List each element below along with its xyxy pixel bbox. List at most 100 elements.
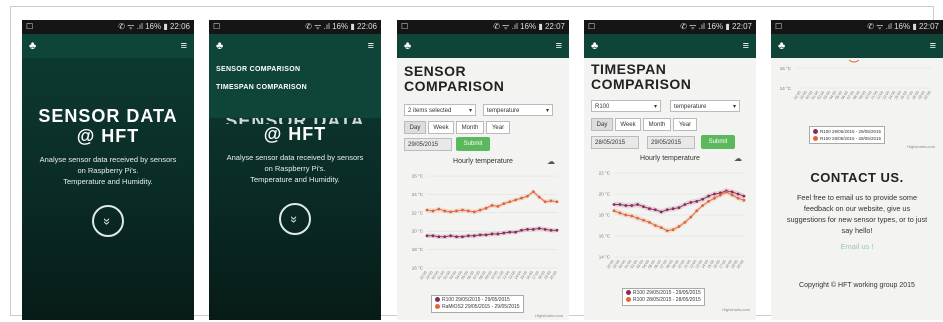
- status-left-icon: ☐: [401, 22, 409, 31]
- menu-icon[interactable]: ≡: [930, 40, 936, 52]
- data-point: [520, 228, 523, 232]
- legend-item[interactable]: R100 29/05/2015 - 29/05/2015: [435, 297, 520, 304]
- data-point: [425, 208, 429, 212]
- hero-description: Analyse sensor data received by sensors …: [226, 153, 364, 184]
- submit-button[interactable]: Submit: [701, 135, 735, 149]
- data-point: [543, 227, 547, 231]
- data-point: [659, 210, 663, 214]
- email-link[interactable]: Email us !: [771, 242, 943, 251]
- chart-credits: Highcharts.com: [722, 307, 750, 312]
- data-point: [642, 205, 645, 208]
- phone-timespan-comparison: ☐ ✆ ᯤ .ıl 16% ▮ 22:07 ♣ ≡ TIMESPAN COMPA…: [584, 20, 756, 320]
- section-title: TIMESPAN COMPARISON: [591, 61, 692, 92]
- data-point: [478, 208, 482, 212]
- submit-button[interactable]: Submit: [456, 137, 490, 151]
- y-tick-label: 20 °C: [599, 192, 611, 197]
- status-icons: ✆ ᯤ .ıl 16% ▮ 22:06: [118, 22, 190, 31]
- data-point: [537, 227, 541, 230]
- scroll-down-button[interactable]: »: [279, 203, 311, 235]
- data-point: [618, 211, 622, 215]
- menu-item-sensor-comparison[interactable]: SENSOR COMPARISON: [209, 66, 381, 73]
- data-point: [653, 208, 657, 212]
- data-point: [508, 230, 512, 234]
- legend-item[interactable]: R100 28/05/2015 - 28/05/2015: [626, 297, 701, 304]
- y-tick-label: 16 °C: [599, 234, 611, 239]
- data-point: [677, 225, 681, 228]
- y-axis-label: 16 °C: [780, 66, 792, 71]
- legend-item[interactable]: R100 29/05/2015 - 29/05/2015: [626, 290, 701, 297]
- data-point: [707, 194, 710, 198]
- phone-contact: ☐ ✆ ᯤ .ıl 16% ▮ 22:07 ♣ ≡ 16 °C 14 °C 22…: [771, 20, 943, 320]
- data-point: [466, 234, 470, 238]
- menu-icon[interactable]: ≡: [181, 40, 187, 52]
- type-select[interactable]: temperature: [483, 104, 553, 117]
- logo-icon[interactable]: ♣: [778, 40, 785, 52]
- navbar: ♣ ≡: [209, 34, 381, 58]
- data-point: [514, 230, 518, 234]
- data-point: [730, 193, 734, 197]
- tab-day[interactable]: Day: [404, 121, 426, 134]
- data-point: [736, 192, 740, 196]
- data-point: [514, 198, 518, 202]
- legend-item[interactable]: R100 29/05/2015 - 29/05/2015: [813, 128, 881, 135]
- data-point: [555, 200, 559, 204]
- contact-title: CONTACT US.: [810, 170, 904, 185]
- tab-week[interactable]: Week: [428, 121, 454, 134]
- menu-icon[interactable]: ≡: [743, 40, 749, 52]
- date-field-end[interactable]: 29/05/2015: [647, 136, 695, 149]
- menu-icon[interactable]: ≡: [368, 40, 374, 52]
- tab-year[interactable]: Year: [673, 118, 697, 131]
- logo-icon[interactable]: ♣: [404, 40, 411, 52]
- chart-legend: R100 29/05/2015 - 29/05/2015 R100 28/05/…: [622, 288, 705, 306]
- data-point: [713, 192, 716, 196]
- sensor-select[interactable]: 2 items selected: [404, 104, 476, 117]
- data-point: [701, 204, 705, 207]
- data-point: [526, 227, 529, 231]
- tab-month[interactable]: Month: [456, 121, 484, 134]
- chevron-down-icon: »: [100, 217, 116, 225]
- navbar: ♣ ≡: [771, 34, 943, 58]
- hero-title: SENSOR DATA @ HFT: [38, 106, 178, 146]
- y-tick-label: 18 °C: [412, 247, 424, 252]
- logo-icon[interactable]: ♣: [216, 40, 223, 52]
- data-point: [443, 235, 447, 239]
- data-point: [742, 194, 746, 198]
- tab-day[interactable]: Day: [591, 118, 613, 131]
- nav-menu: SENSOR COMPARISON TIMESPAN COMPARISON: [209, 58, 381, 118]
- download-cloud-icon[interactable]: ☁: [734, 154, 742, 163]
- type-select[interactable]: temperature: [670, 100, 740, 113]
- sensor-select[interactable]: R100: [591, 100, 661, 113]
- data-point: [636, 216, 640, 220]
- data-point: [695, 209, 699, 213]
- hero-description: Analyse sensor data received by sensors …: [39, 155, 177, 186]
- data-point: [624, 204, 628, 207]
- date-field[interactable]: 29/05/2015: [404, 138, 452, 151]
- download-cloud-icon[interactable]: ☁: [547, 157, 555, 166]
- logo-icon[interactable]: ♣: [29, 40, 36, 52]
- data-point: [537, 195, 541, 199]
- data-point: [549, 228, 553, 232]
- data-point: [461, 208, 464, 212]
- data-point: [555, 228, 559, 232]
- tab-month[interactable]: Month: [643, 118, 671, 131]
- menu-item-timespan-comparison[interactable]: TIMESPAN COMPARISON: [209, 84, 381, 91]
- data-point: [484, 233, 488, 237]
- legend-item[interactable]: RaMiOS2 29/05/2015 - 29/05/2015: [435, 304, 520, 311]
- data-point: [695, 199, 699, 203]
- date-field-start[interactable]: 28/05/2015: [591, 136, 639, 149]
- menu-icon[interactable]: ≡: [556, 40, 562, 52]
- phone-menu: ☐ ✆ ᯤ .ıl 16% ▮ 22:06 ♣ ≡ SENSOR COMPARI…: [209, 20, 381, 320]
- navbar: ♣ ≡: [584, 34, 756, 58]
- scroll-down-button[interactable]: »: [92, 205, 124, 237]
- legend-item[interactable]: R100 28/05/2015 - 28/05/2015: [813, 135, 881, 142]
- tab-year[interactable]: Year: [486, 121, 510, 134]
- data-point: [701, 197, 705, 201]
- data-point: [472, 234, 476, 238]
- data-point: [653, 224, 657, 227]
- timespan-chart: 14 °C16 °C18 °C20 °C22 °C22:0023:0000:00…: [599, 171, 746, 269]
- status-bar: ☐ ✆ ᯤ .ıl 16% ▮ 22:06: [209, 20, 381, 34]
- tab-week[interactable]: Week: [615, 118, 641, 131]
- chart-legend: R100 29/05/2015 - 29/05/2015 R100 28/05/…: [809, 126, 886, 144]
- status-icons: ✆ ᯤ .ıl 16% ▮ 22:07: [493, 22, 565, 31]
- logo-icon[interactable]: ♣: [591, 40, 598, 52]
